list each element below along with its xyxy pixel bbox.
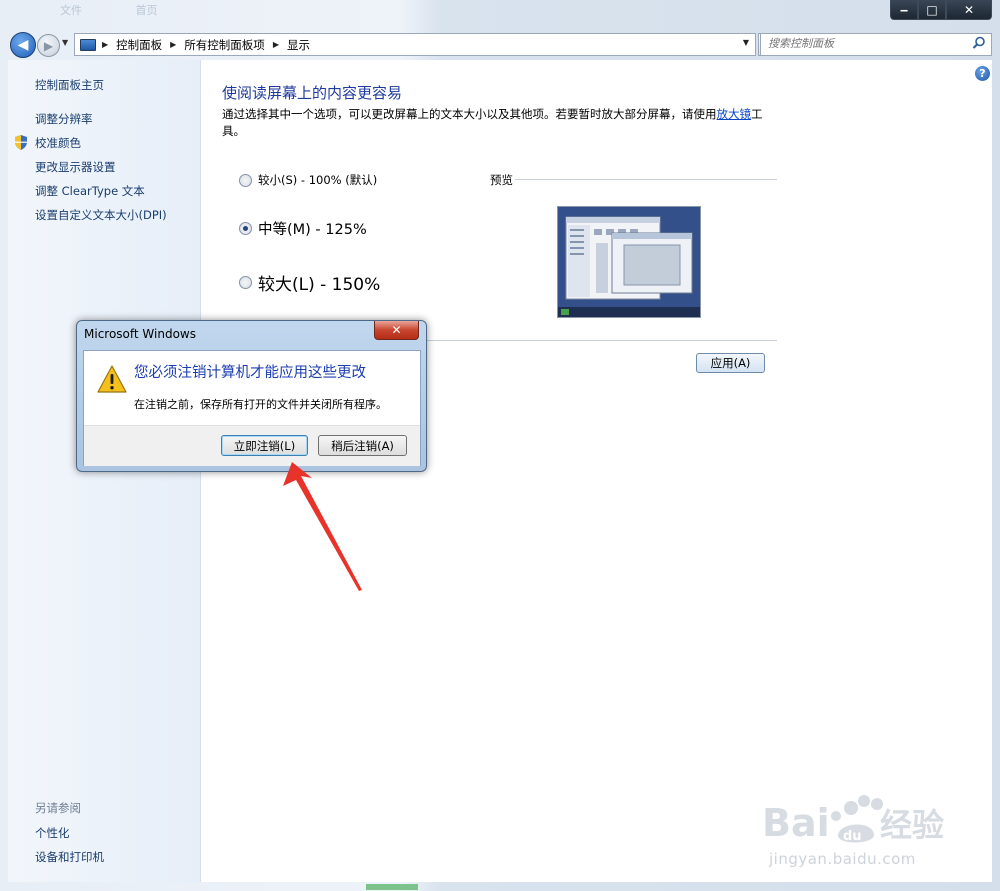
svg-text:Bai: Bai: [762, 801, 830, 845]
baidu-logo: Bai du 经验: [762, 795, 944, 845]
explorer-window: 文件 首页 ‒ □ ✕ ◀ ▶ ▼ ▶ 控制面板 ▶ 所有控制面板项 ▶ 显示: [0, 0, 1000, 891]
watermark-url: jingyan.baidu.com: [769, 850, 916, 868]
svg-text:du: du: [843, 829, 862, 844]
baidu-watermark: Bai du 经验 jingyan.baidu.com: [760, 782, 990, 882]
taskbar-fragment: [366, 884, 418, 890]
svg-text:经验: 经验: [880, 806, 944, 844]
annotation-arrow: [283, 462, 362, 591]
